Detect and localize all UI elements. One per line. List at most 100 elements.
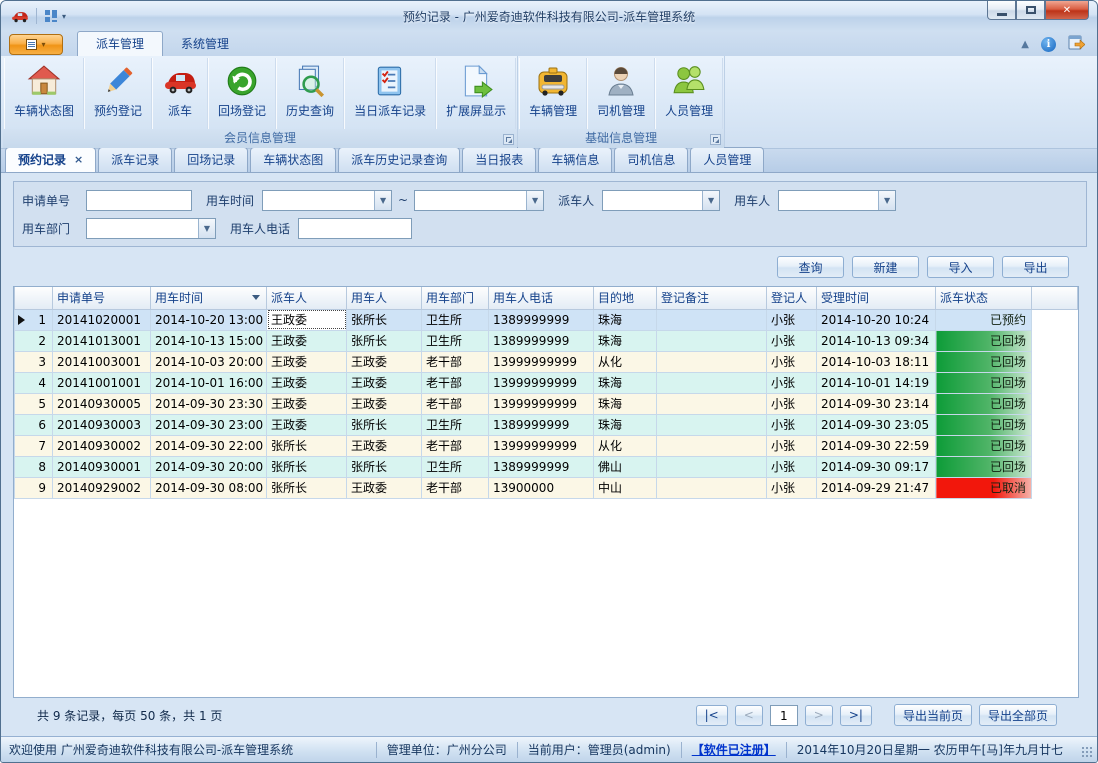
cell[interactable]: 20140930001	[53, 456, 151, 477]
table-row[interactable]: 3201410030012014-10-03 20:00王政委王政委老干部139…	[15, 351, 1078, 372]
last-page-button[interactable]: >|	[840, 705, 872, 726]
cell[interactable]: 13900000	[489, 477, 594, 498]
table-row[interactable]: 5201409300052014-09-30 23:30王政委王政委老干部139…	[15, 393, 1078, 414]
info-icon[interactable]: i	[1041, 37, 1056, 52]
cell[interactable]	[657, 477, 767, 498]
row-indicator[interactable]: 8	[15, 456, 53, 477]
column-header-6[interactable]: 用车人电话	[489, 287, 594, 309]
ribbon-button-red-car[interactable]: 派车	[152, 58, 208, 129]
export-button[interactable]: 导出	[1002, 256, 1069, 278]
table-row[interactable]: 2201410130012014-10-13 15:00王政委张所长卫生所138…	[15, 330, 1078, 351]
cell[interactable]	[657, 435, 767, 456]
phone-input[interactable]	[298, 218, 412, 239]
application-menu-button[interactable]: ▾	[9, 34, 63, 55]
license-status-link[interactable]: 【软件已注册】	[692, 741, 776, 758]
cell[interactable]: 佛山	[594, 456, 657, 477]
cell[interactable]: 2014-09-30 23:14	[817, 393, 936, 414]
column-header-3[interactable]: 派车人	[267, 287, 347, 309]
dispatch-status-badge[interactable]: 已取消	[936, 477, 1032, 498]
cell[interactable]: 王政委	[347, 372, 422, 393]
dispatch-status-badge[interactable]: 已回场	[936, 330, 1032, 351]
cell[interactable]: 王政委	[347, 435, 422, 456]
cell[interactable]: 卫生所	[422, 330, 489, 351]
cell[interactable]	[657, 393, 767, 414]
cell[interactable]: 小张	[767, 330, 817, 351]
first-page-button[interactable]: |<	[696, 705, 728, 726]
column-header-8[interactable]: 登记备注	[657, 287, 767, 309]
cell[interactable]: 1389999999	[489, 330, 594, 351]
cell[interactable]: 2014-10-13 09:34	[817, 330, 936, 351]
qat-dropdown-icon[interactable]: ▾	[62, 12, 66, 21]
cell[interactable]: 珠海	[594, 393, 657, 414]
cell[interactable]: 卫生所	[422, 456, 489, 477]
cell[interactable]: 2014-09-30 20:00	[151, 456, 267, 477]
cell[interactable]: 2014-09-30 23:00	[151, 414, 267, 435]
cell[interactable]: 卫生所	[422, 414, 489, 435]
cell[interactable]: 13999999999	[489, 351, 594, 372]
prev-page-button[interactable]: <	[735, 705, 763, 726]
cell[interactable]: 20140929002	[53, 477, 151, 498]
layout-icon[interactable]	[44, 9, 58, 23]
cell[interactable]: 小张	[767, 351, 817, 372]
ribbon-button-driver[interactable]: 司机管理	[587, 58, 655, 129]
cell[interactable]	[657, 351, 767, 372]
dispatch-status-badge[interactable]: 已回场	[936, 456, 1032, 477]
dispatch-status-badge[interactable]: 已回场	[936, 351, 1032, 372]
chevron-down-icon[interactable]: ▼	[374, 191, 391, 210]
column-header-10[interactable]: 受理时间	[817, 287, 936, 309]
cell[interactable]: 从化	[594, 435, 657, 456]
ribbon-button-house[interactable]: 车辆状态图	[4, 58, 84, 129]
chevron-down-icon[interactable]: ▼	[878, 191, 895, 210]
cell[interactable]: 张所长	[267, 477, 347, 498]
table-row[interactable]: 4201410010012014-10-01 16:00王政委王政委老干部139…	[15, 372, 1078, 393]
cell[interactable]: 小张	[767, 393, 817, 414]
cell[interactable]: 20141001001	[53, 372, 151, 393]
cell[interactable]: 20141003001	[53, 351, 151, 372]
cell[interactable]: 小张	[767, 435, 817, 456]
sort-arrow-icon[interactable]	[252, 295, 260, 300]
cell[interactable]	[657, 456, 767, 477]
cell[interactable]	[657, 414, 767, 435]
doc-tab-4[interactable]: 车辆状态图	[250, 147, 336, 172]
dialog-launcher-icon[interactable]	[503, 134, 514, 145]
cell[interactable]: 2014-09-30 23:05	[817, 414, 936, 435]
dispatcher-combobox[interactable]: ▼	[602, 190, 720, 211]
cell[interactable]	[657, 330, 767, 351]
cell[interactable]: 13999999999	[489, 393, 594, 414]
cell[interactable]: 20141013001	[53, 330, 151, 351]
cell[interactable]: 2014-09-30 22:00	[151, 435, 267, 456]
cell[interactable]: 珠海	[594, 414, 657, 435]
dialog-launcher-icon[interactable]	[710, 134, 721, 145]
cell[interactable]: 老干部	[422, 477, 489, 498]
cell[interactable]: 老干部	[422, 393, 489, 414]
ribbon-button-pencil[interactable]: 预约登记	[84, 58, 152, 129]
column-header-7[interactable]: 目的地	[594, 287, 657, 309]
column-header-5[interactable]: 用车部门	[422, 287, 489, 309]
table-row[interactable]: 6201409300032014-09-30 23:00王政委张所长卫生所138…	[15, 414, 1078, 435]
table-row[interactable]: 8201409300012014-09-30 20:00张所长张所长卫生所138…	[15, 456, 1078, 477]
page-number-input[interactable]: 1	[770, 705, 798, 726]
cell[interactable]: 王政委	[267, 309, 347, 330]
cell[interactable]: 从化	[594, 351, 657, 372]
cell[interactable]: 20141020001	[53, 309, 151, 330]
cell[interactable]: 张所长	[267, 435, 347, 456]
doc-tab-9[interactable]: 人员管理	[690, 147, 764, 172]
cell[interactable]: 王政委	[267, 351, 347, 372]
cell[interactable]: 1389999999	[489, 414, 594, 435]
cell[interactable]: 2014-10-01 16:00	[151, 372, 267, 393]
column-header-9[interactable]: 登记人	[767, 287, 817, 309]
ribbon-button-history-search[interactable]: 历史查询	[276, 58, 344, 129]
column-header-11[interactable]: 派车状态	[936, 287, 1032, 309]
cell[interactable]: 2014-10-03 20:00	[151, 351, 267, 372]
column-header-2[interactable]: 用车时间	[151, 287, 267, 309]
cell[interactable]: 2014-10-20 13:00	[151, 309, 267, 330]
cell[interactable]: 珠海	[594, 309, 657, 330]
ribbon-button-daily-record[interactable]: 当日派车记录	[344, 58, 436, 129]
cell[interactable]: 1389999999	[489, 309, 594, 330]
cell[interactable]: 小张	[767, 477, 817, 498]
cell[interactable]: 2014-09-30 22:59	[817, 435, 936, 456]
cell[interactable]: 小张	[767, 456, 817, 477]
query-button[interactable]: 查询	[777, 256, 844, 278]
dispatch-status-badge[interactable]: 已回场	[936, 372, 1032, 393]
dispatch-status-badge[interactable]: 已回场	[936, 393, 1032, 414]
